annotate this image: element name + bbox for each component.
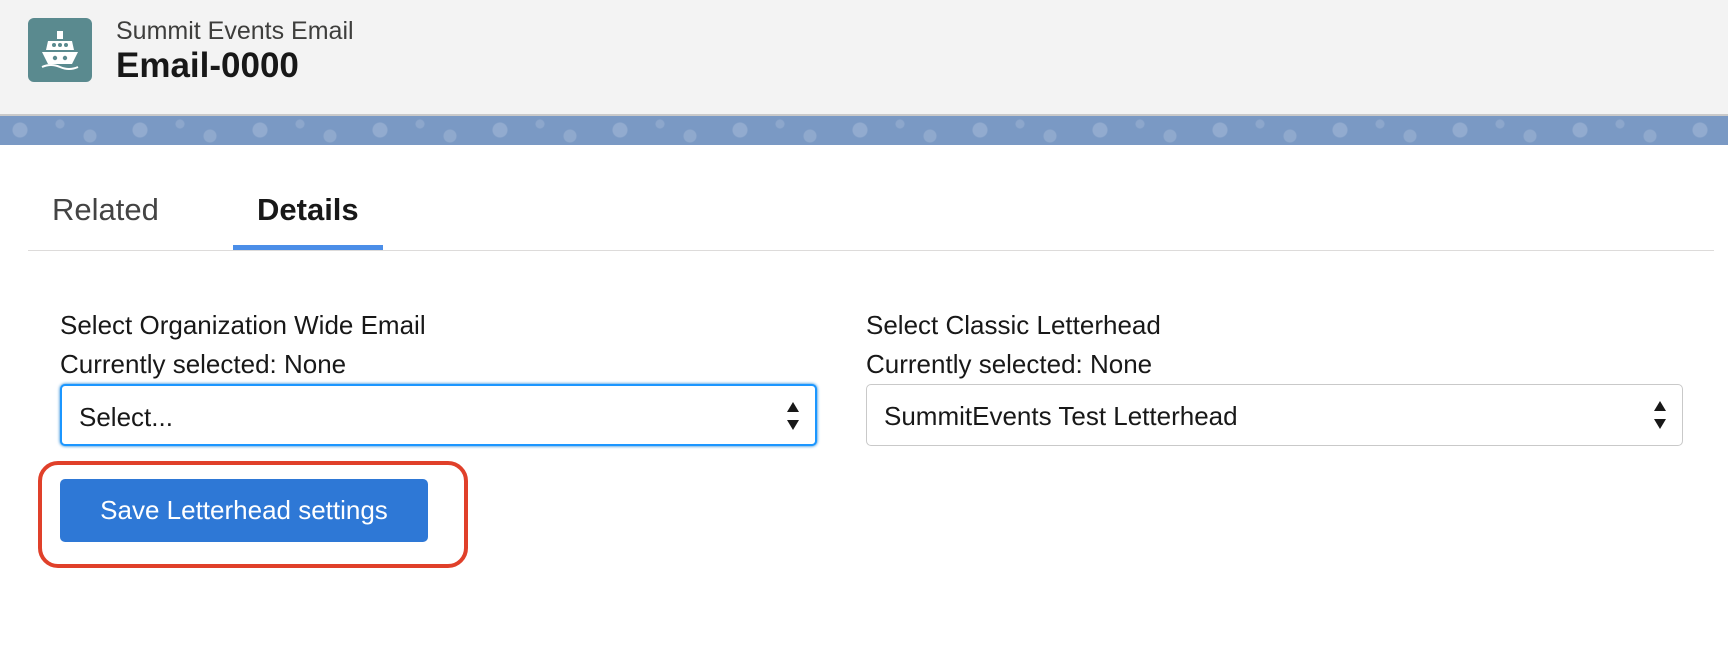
letterhead-current: Currently selected: None — [866, 349, 1153, 379]
select-arrows-icon — [1654, 397, 1668, 433]
tab-details[interactable]: Details — [233, 176, 383, 250]
tab-related[interactable]: Related — [28, 176, 183, 250]
letterhead-label: Select Classic Letterhead — [866, 310, 1161, 340]
record-title: Email-0000 — [116, 46, 299, 85]
object-label: Summit Events Email — [116, 17, 354, 45]
letterhead-select[interactable]: SummitEvents Test Letterhead — [866, 384, 1683, 446]
decorative-banner — [0, 116, 1728, 145]
org-email-current: Currently selected: None — [60, 349, 347, 379]
org-email-select-value: Select... — [79, 402, 173, 432]
org-email-label: Select Organization Wide Email — [60, 310, 426, 340]
ship-icon — [28, 18, 92, 82]
record-header: Summit Events Email Email-0000 — [0, 0, 1728, 116]
org-email-select[interactable]: Select... — [60, 384, 817, 446]
save-letterhead-button[interactable]: Save Letterhead settings — [60, 479, 428, 542]
record-tabs: Related Details — [28, 176, 1714, 251]
select-arrows-icon — [787, 398, 801, 434]
letterhead-select-value: SummitEvents Test Letterhead — [884, 401, 1238, 431]
